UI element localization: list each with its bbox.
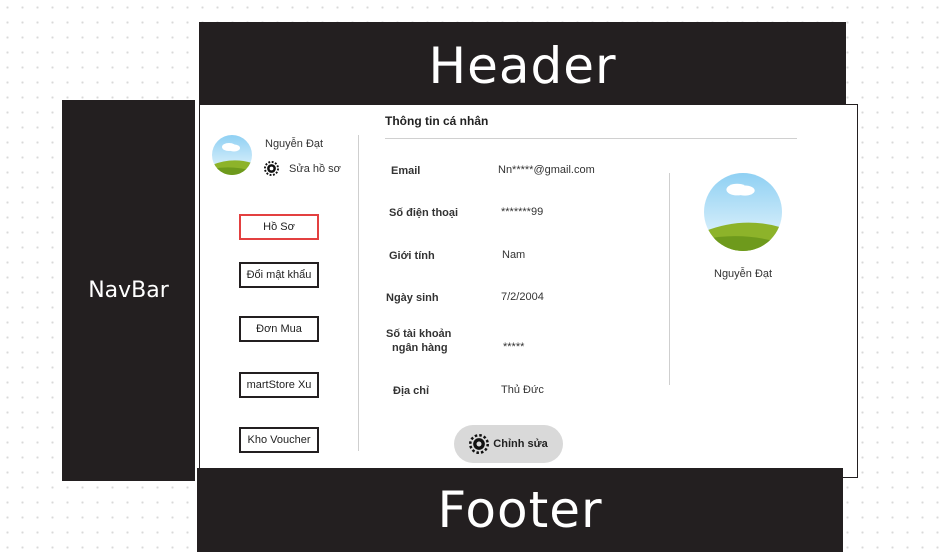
field-value-gender: Nam	[502, 249, 526, 261]
user-name: Nguyễn Đạt	[265, 138, 324, 150]
sidebar-item-don-mua[interactable]: Đơn Mua	[239, 316, 319, 342]
gear-icon	[264, 161, 279, 176]
sidebar-divider	[358, 135, 359, 451]
field-value-email: Nn*****@gmail.com	[498, 164, 595, 176]
field-label-bank-line2: ngân hàng	[392, 342, 448, 354]
edit-info-label: Chỉnh sửa	[493, 438, 548, 450]
field-label-phone: Số điện thoại	[389, 207, 459, 219]
sidebar-item-label: Đổi mật khẩu	[246, 269, 312, 281]
gear-icon	[469, 434, 490, 454]
field-value-address: Thủ Đức	[501, 384, 544, 396]
sidebar-item-ho-so[interactable]: Hồ Sơ	[239, 214, 319, 240]
header-block: Header	[199, 22, 846, 106]
footer-block: Footer	[197, 468, 843, 552]
field-value-birthday: 7/2/2004	[501, 291, 544, 303]
section-title: Thông tin cá nhân	[385, 114, 489, 128]
field-label-address: Địa chỉ	[393, 385, 430, 397]
sidebar-item-label: martStore Xu	[246, 379, 312, 391]
sidebar-item-label: Kho Voucher	[247, 434, 311, 446]
avatar-icon	[212, 135, 252, 175]
field-label-gender: Giới tính	[389, 250, 435, 262]
field-label-bank-account: Số tài khoản ngân hàng	[386, 327, 451, 355]
sidebar-item-label: Đơn Mua	[256, 323, 302, 335]
field-value-bank-account: *****	[503, 341, 525, 353]
avatar-divider	[669, 173, 670, 385]
title-divider	[385, 138, 797, 139]
edit-info-button[interactable]: Chỉnh sửa	[454, 425, 563, 463]
navbar-label: NavBar	[88, 278, 169, 303]
sidebar-item-doi-mat-khau[interactable]: Đổi mật khẩu	[239, 262, 319, 288]
navbar-block: NavBar	[62, 100, 195, 481]
edit-profile-label: Sửa hồ sơ	[289, 162, 341, 175]
sidebar-item-xu[interactable]: martStore Xu	[239, 372, 319, 398]
edit-profile-link[interactable]: Sửa hồ sơ	[264, 161, 341, 176]
field-label-bank-line1: Số tài khoản	[386, 328, 452, 340]
footer-label: Footer	[437, 481, 603, 539]
field-label-email: Email	[391, 165, 421, 177]
user-name-large: Nguyễn Đạt	[714, 268, 773, 280]
field-label-birthday: Ngày sinh	[386, 292, 439, 304]
header-label: Header	[428, 37, 617, 95]
field-value-phone: *******99	[501, 206, 544, 218]
sidebar-item-kho-voucher[interactable]: Kho Voucher	[239, 427, 319, 453]
avatar-large-icon	[704, 173, 782, 251]
sidebar-item-label: Hồ Sơ	[263, 221, 295, 233]
profile-panel: Nguyễn Đạt Sửa hồ sơ Hồ Sơ Đổi mật khẩu …	[199, 104, 858, 478]
